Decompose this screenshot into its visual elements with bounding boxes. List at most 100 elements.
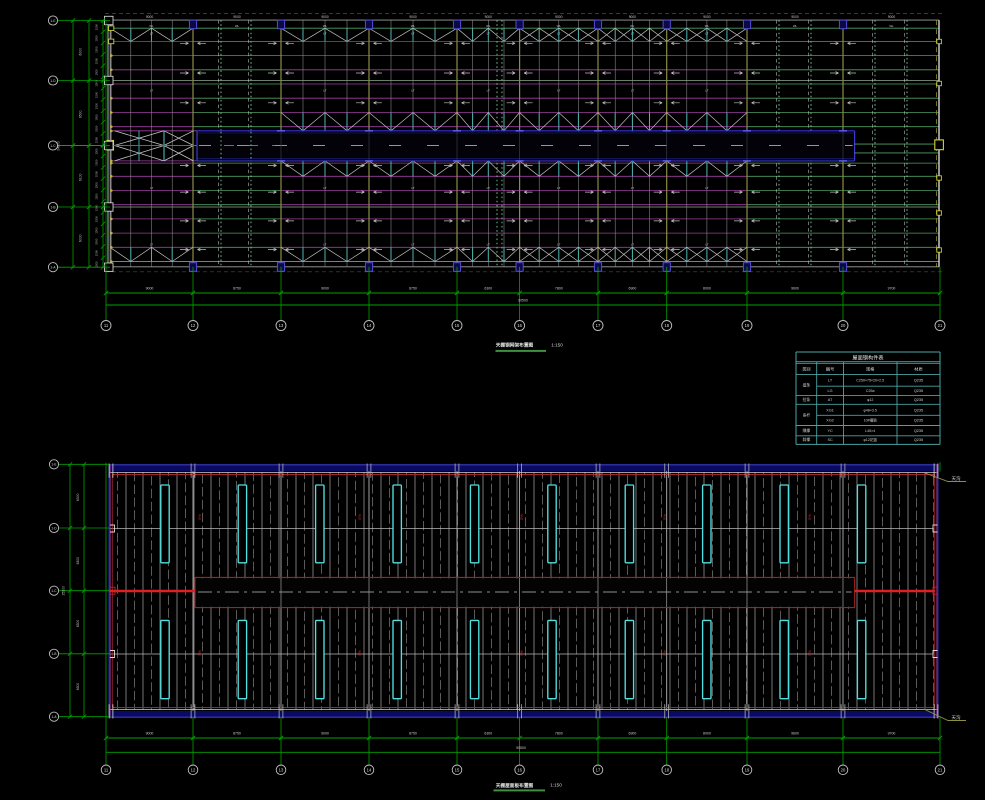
svg-text:21: 21 (938, 768, 943, 773)
svg-text:1500: 1500 (95, 91, 99, 98)
svg-text:8750: 8750 (233, 286, 241, 290)
svg-text:15: 15 (455, 323, 460, 328)
svg-text:1500: 1500 (95, 193, 99, 200)
svg-text:WL: WL (149, 24, 154, 28)
svg-text:9600: 9600 (791, 731, 799, 735)
svg-text:1500: 1500 (95, 238, 99, 245)
svg-text:WL: WL (705, 24, 710, 28)
svg-text:C25a: C25a (866, 389, 875, 393)
svg-text:14: 14 (367, 768, 372, 773)
svg-text:6300: 6300 (76, 620, 80, 628)
svg-text:1:150: 1:150 (551, 342, 563, 347)
svg-text:90500: 90500 (518, 299, 528, 303)
svg-text:LT: LT (631, 32, 634, 36)
svg-text:1500: 1500 (95, 250, 99, 257)
svg-text:1500: 1500 (95, 103, 99, 110)
svg-text:6300: 6300 (484, 286, 492, 290)
svg-text:LT: LT (705, 186, 708, 190)
svg-text:12: 12 (191, 768, 196, 773)
svg-text:6000: 6000 (79, 234, 83, 242)
svg-text:10#槽钢: 10#槽钢 (864, 418, 878, 423)
svg-text:LT: LT (557, 32, 560, 36)
svg-text:1500: 1500 (95, 261, 99, 268)
svg-text:1500: 1500 (95, 204, 99, 211)
svg-text:屋面钢构件表: 屋面钢构件表 (852, 354, 884, 362)
svg-text:Q235: Q235 (914, 398, 923, 402)
svg-text:天棚屋面板布置图: 天棚屋面板布置图 (496, 782, 534, 789)
svg-text:9000: 9000 (629, 15, 637, 19)
svg-text:9000: 9000 (321, 731, 329, 735)
svg-text:6300: 6300 (76, 557, 80, 565)
svg-text:16: 16 (517, 323, 522, 328)
svg-text:8750: 8750 (409, 731, 417, 735)
svg-text:18: 18 (664, 768, 669, 773)
svg-text:9000: 9000 (321, 15, 329, 19)
svg-text:25200: 25200 (62, 586, 66, 596)
svg-text:LT: LT (150, 186, 153, 190)
svg-text:LT: LT (323, 32, 326, 36)
svg-text:LT: LT (323, 243, 326, 247)
svg-text:LG: LG (828, 389, 833, 393)
svg-text:1-D: 1-D (50, 79, 56, 83)
svg-text:WL: WL (557, 24, 562, 28)
svg-text:斜撑: 斜撑 (803, 437, 811, 442)
svg-text:LT: LT (557, 89, 560, 93)
svg-text:LT: LT (705, 243, 708, 247)
svg-text:LT: LT (411, 89, 414, 93)
svg-text:LT: LT (411, 186, 414, 190)
svg-text:6300: 6300 (76, 683, 80, 691)
svg-text:5%: 5% (662, 650, 667, 656)
svg-text:9700: 9700 (888, 286, 896, 290)
svg-text:1500: 1500 (95, 137, 99, 144)
svg-text:编号: 编号 (826, 366, 834, 373)
svg-text:AT: AT (828, 398, 833, 402)
svg-text:1-E: 1-E (52, 463, 57, 467)
svg-text:8000: 8000 (703, 731, 711, 735)
svg-text:21: 21 (938, 323, 943, 328)
svg-text:9000: 9000 (791, 15, 799, 19)
svg-text:9700: 9700 (888, 731, 896, 735)
svg-text:天沟: 天沟 (952, 714, 961, 721)
svg-text:WL: WL (235, 24, 240, 28)
svg-text:18: 18 (664, 323, 669, 328)
svg-text:11: 11 (104, 768, 109, 773)
svg-text:LT: LT (487, 186, 490, 190)
svg-text:1500: 1500 (95, 80, 99, 87)
svg-text:C250×75×20×2.5: C250×75×20×2.5 (856, 379, 884, 383)
svg-text:LT: LT (150, 89, 153, 93)
svg-text:5%: 5% (807, 650, 812, 656)
svg-text:9000: 9000 (146, 286, 154, 290)
svg-text:规格: 规格 (866, 366, 875, 373)
svg-text:LT: LT (150, 32, 153, 36)
svg-text:90500: 90500 (516, 746, 526, 750)
svg-text:5%: 5% (519, 650, 524, 656)
svg-text:LT: LT (631, 243, 634, 247)
svg-text:9000: 9000 (146, 731, 154, 735)
svg-text:类别: 类别 (802, 366, 810, 373)
svg-text:Q235: Q235 (914, 429, 923, 433)
svg-text:LT: LT (631, 89, 634, 93)
svg-text:Q235: Q235 (914, 438, 923, 442)
svg-text:9000: 9000 (146, 15, 154, 19)
svg-text:19: 19 (745, 768, 750, 773)
svg-text:XG1: XG1 (826, 409, 834, 413)
svg-text:12: 12 (191, 323, 196, 328)
svg-text:φ12花篮: φ12花篮 (863, 437, 877, 442)
svg-text:6300: 6300 (76, 493, 80, 501)
svg-text:9000: 9000 (555, 15, 563, 19)
svg-text:φ12: φ12 (867, 398, 873, 402)
svg-text:1500: 1500 (95, 159, 99, 166)
svg-text:隅撑: 隅撑 (803, 428, 811, 433)
svg-text:WL: WL (323, 24, 328, 28)
svg-text:6900: 6900 (629, 286, 637, 290)
svg-text:LT: LT (557, 243, 560, 247)
svg-text:1500: 1500 (95, 46, 99, 53)
svg-text:1500: 1500 (95, 216, 99, 223)
svg-text:1500: 1500 (95, 227, 99, 234)
svg-text:1500: 1500 (95, 148, 99, 155)
svg-text:1-D: 1-D (51, 526, 57, 530)
svg-text:1500: 1500 (95, 24, 99, 31)
svg-text:WL: WL (630, 24, 635, 28)
svg-text:WL: WL (793, 24, 798, 28)
svg-text:1-B: 1-B (51, 205, 56, 209)
